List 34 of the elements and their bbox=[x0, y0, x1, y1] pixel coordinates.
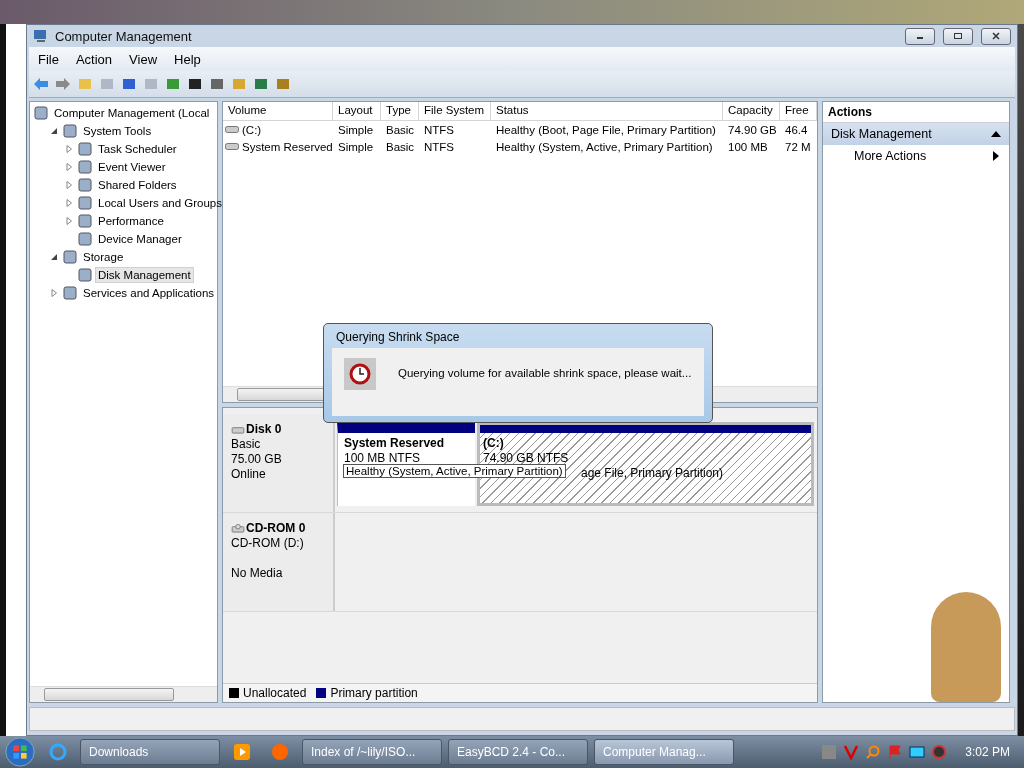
disk-detail: Online bbox=[231, 467, 267, 481]
dialog-title: Querying Shrink Space bbox=[335, 330, 461, 344]
legend-label: Unallocated bbox=[243, 686, 307, 700]
disk-detail: 75.00 GB bbox=[231, 452, 283, 466]
legend-label: Primary partition bbox=[330, 686, 418, 700]
table-cell: Basic bbox=[386, 123, 415, 136]
table-cell: Healthy (System, Active, Primary Partition) bbox=[496, 140, 713, 153]
table-cell: 74.90 GB bbox=[728, 123, 777, 136]
disk-detail: CD-ROM (D:) bbox=[231, 536, 305, 550]
partition-name: System Reserved bbox=[344, 436, 446, 450]
window-title: Computer Management bbox=[55, 28, 192, 44]
partition-detail: 74.90 GB NTFS bbox=[483, 451, 570, 465]
section-title: Disk Management bbox=[831, 127, 932, 141]
table-cell: Simple bbox=[338, 140, 374, 153]
table-cell: 72 M bbox=[785, 140, 811, 153]
partition-name: (C:) bbox=[483, 436, 505, 450]
disk-name: CD-ROM 0 bbox=[246, 521, 306, 535]
partition-status: age File, Primary Partition) bbox=[580, 466, 725, 480]
status-tooltip: Healthy (System, Active, Primary Partition) bbox=[343, 464, 566, 478]
clock-text: 3:02 PM bbox=[965, 745, 1010, 759]
disk-name: Disk 0 bbox=[246, 422, 282, 436]
disk-detail: No Media bbox=[231, 566, 284, 580]
table-cell: Healthy (Boot, Page File, Primary Partition) bbox=[496, 123, 716, 136]
table-cell: 46.4 bbox=[785, 123, 808, 136]
disk-detail: Basic bbox=[231, 437, 262, 451]
table-cell: 100 MB bbox=[728, 140, 768, 153]
table-cell: System Reserved bbox=[242, 140, 333, 153]
table-cell: (C:) bbox=[242, 123, 262, 136]
table-cell: Simple bbox=[338, 123, 374, 136]
table-cell: Basic bbox=[386, 140, 415, 153]
dialog-message: Querying volume for available shrink space, please wait... bbox=[398, 366, 692, 379]
table-cell: NTFS bbox=[424, 123, 455, 136]
partition-detail: 100 MB NTFS bbox=[344, 451, 422, 465]
table-cell: NTFS bbox=[424, 140, 455, 153]
